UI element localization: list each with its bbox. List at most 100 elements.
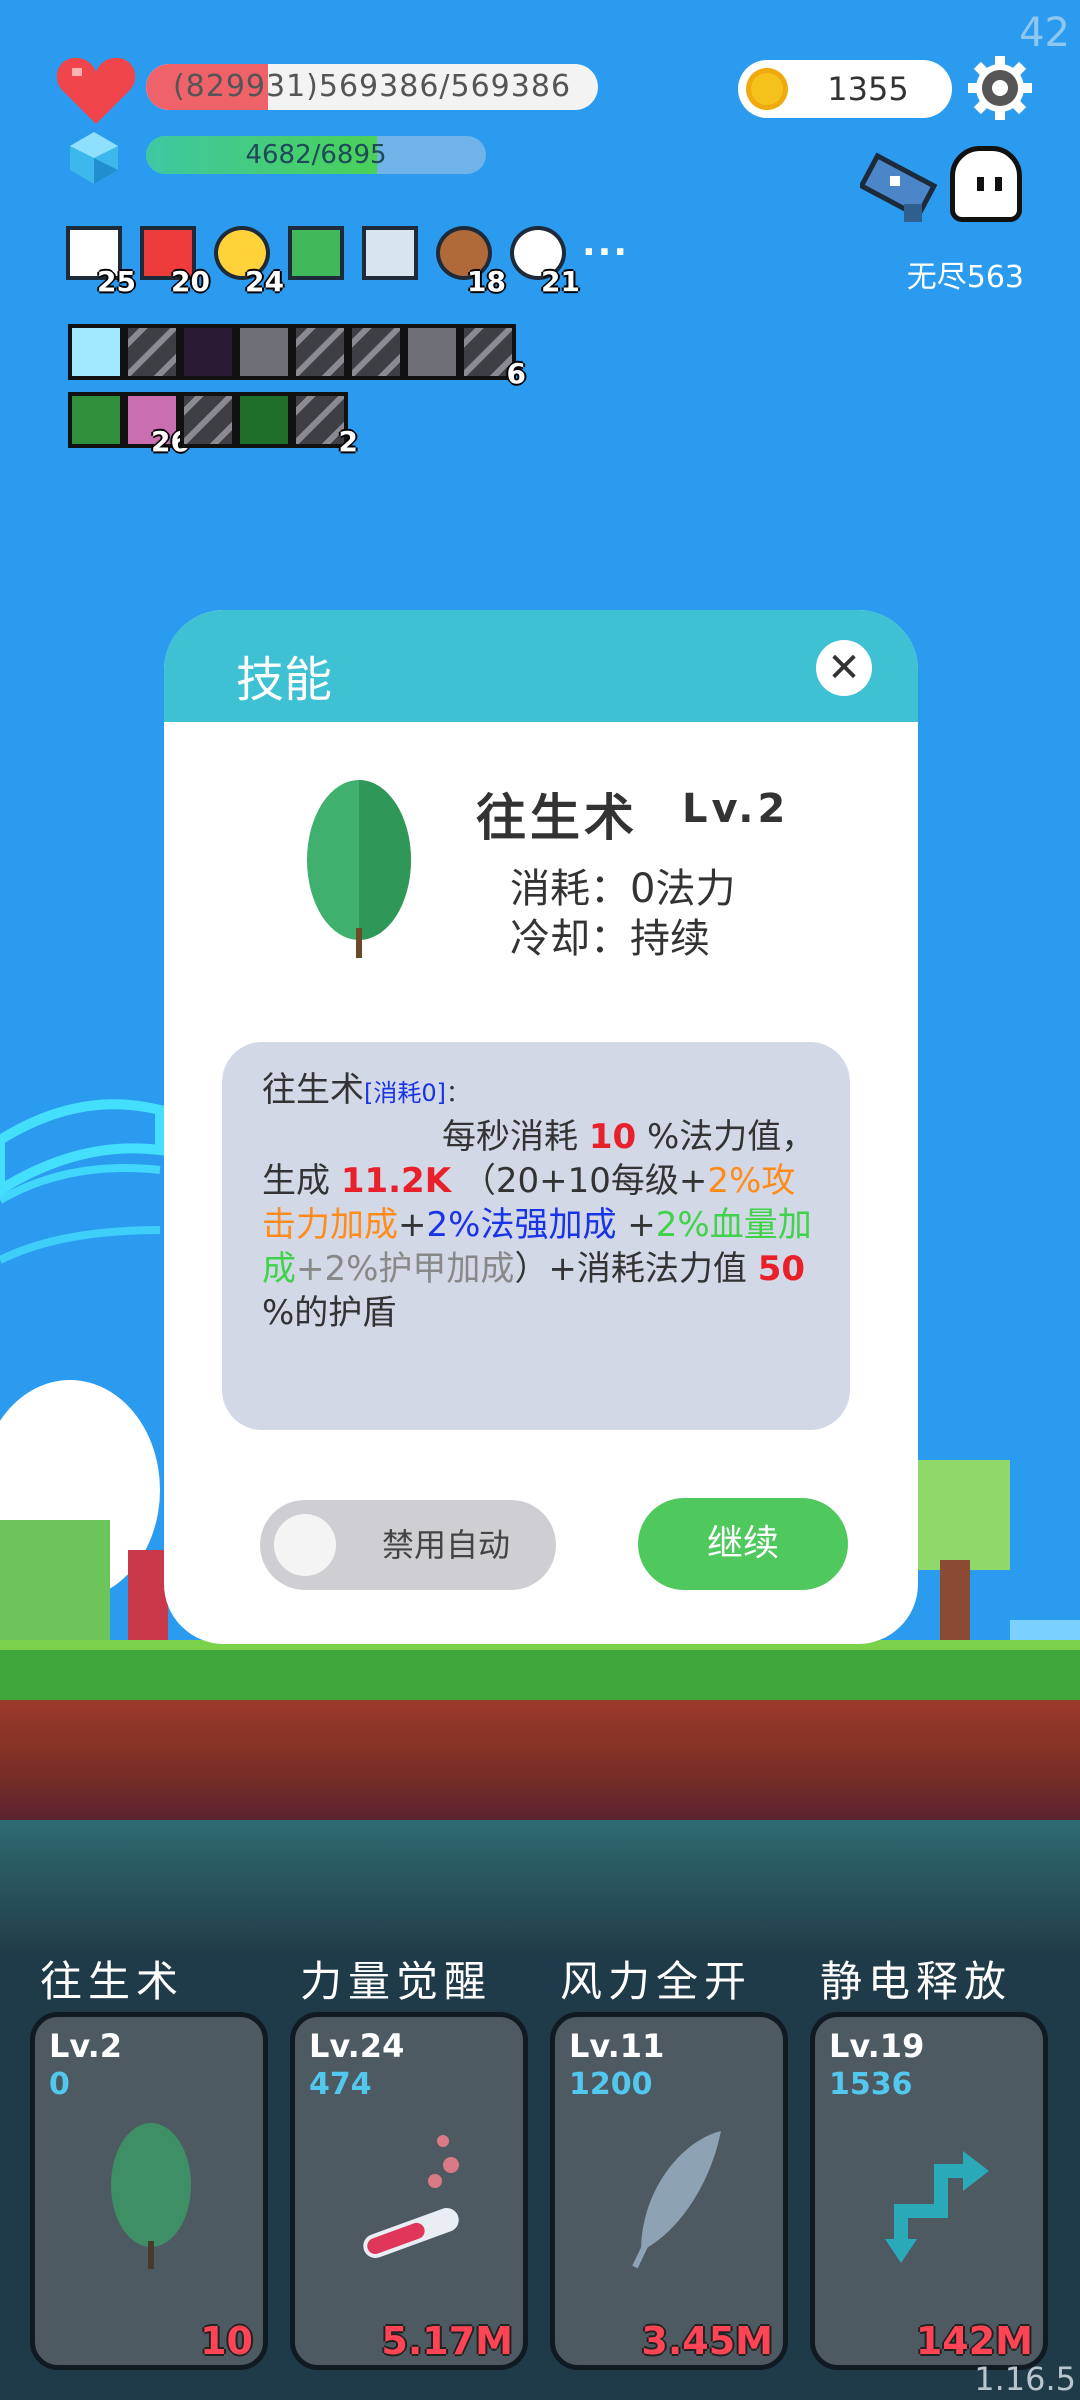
buff-item[interactable] <box>288 226 352 288</box>
desc-text-1: 每秒消耗 <box>442 1117 578 1157</box>
skill-slot-card[interactable]: Lv.24 474 5.17M <box>290 2012 528 2370</box>
skill-dialog: 技能 ✕ 往生术 Lv.2 消耗：0法力 冷却：持续 往生术[消耗0]： 每秒消… <box>164 610 918 1644</box>
skill-slot-mana: 1200 <box>569 2067 653 2102</box>
gear-slot-icon[interactable]: 2 <box>292 392 358 458</box>
desc-text-3: （20+10每级 <box>461 1161 679 1201</box>
dirt-layer <box>0 1700 1080 1820</box>
dialog-title: 技能 <box>236 652 333 708</box>
green-book-icon <box>288 226 344 280</box>
continue-button[interactable]: 继续 <box>638 1498 848 1590</box>
desc-text-5: %的护盾 <box>262 1293 397 1333</box>
coin-amount: 1355 <box>827 70 909 108</box>
skill-slot-card[interactable]: Lv.19 1536 142M <box>810 2012 1048 2370</box>
skill-description: 往生术[消耗0]： 每秒消耗 10 %法力值，生成 11.2K （20+10每级… <box>262 1068 818 1335</box>
slot-count: 6 <box>506 357 526 390</box>
gear-slot-icon[interactable] <box>180 392 236 448</box>
dark-slot-icon[interactable] <box>180 324 236 380</box>
buff-item[interactable]: 25 <box>66 226 136 298</box>
desc-value-2: 11.2K <box>340 1161 452 1201</box>
buff-count: 20 <box>171 265 210 298</box>
zigzag-arrow-icon <box>871 2121 991 2271</box>
gear-slot-icon[interactable] <box>124 324 180 380</box>
mana-bar: 4682/6895 <box>146 136 486 174</box>
disable-auto-toggle[interactable]: 禁用自动 <box>260 1500 556 1590</box>
version-label: 1.16.5 <box>974 2360 1076 2398</box>
hp-bar: (829931)569386/569386 <box>146 64 598 110</box>
desc-plus-2: + <box>398 1205 427 1245</box>
fps-counter: 42 <box>1019 10 1070 56</box>
desc-text-4: ）+消耗法力值 <box>514 1249 747 1289</box>
skill-description-box: 往生术[消耗0]： 每秒消耗 10 %法力值，生成 11.2K （20+10每级… <box>222 1042 850 1430</box>
desc-armor-bonus: +2%护甲加成 <box>296 1249 515 1289</box>
skill-slot-mana: 474 <box>309 2067 372 2102</box>
mana-gem-icon <box>70 132 118 184</box>
coin-counter: 1355 <box>738 60 952 118</box>
armor-slot-icon[interactable] <box>236 324 292 380</box>
desc-colon: ： <box>446 1079 470 1107</box>
skill-slot-upgrade-cost: 5.17M <box>381 2319 513 2363</box>
armor-slot-icon[interactable] <box>404 324 460 380</box>
skill-slot-name: 静电释放 <box>820 1957 1013 2006</box>
lightbulb-slot-icon[interactable] <box>68 324 124 380</box>
desc-magic-bonus: 2%法强加成 <box>426 1205 617 1245</box>
skill-slot-mana: 1536 <box>829 2067 913 2102</box>
water-layer <box>0 1820 1080 1950</box>
desc-plus-3: + <box>627 1205 656 1245</box>
buff-item[interactable]: 21 <box>510 226 580 298</box>
desc-plus-1: + <box>678 1161 708 1201</box>
buff-count: 18 <box>467 265 506 298</box>
fish-flag-icon[interactable] <box>860 146 944 226</box>
buff-count: 24 <box>245 265 284 298</box>
desc-cost-tag: [消耗0] <box>364 1079 446 1107</box>
buff-count: 21 <box>541 265 580 298</box>
slot-count: 2 <box>338 425 358 458</box>
desc-value-3: 50 <box>757 1249 806 1289</box>
skill-slot-level: Lv.24 <box>309 2027 405 2065</box>
skill-slot-card[interactable]: Lv.2 0 10 <box>30 2012 268 2370</box>
coin-icon <box>746 68 788 110</box>
green-slot-icon[interactable] <box>236 392 292 448</box>
skill-slot-mana: 0 <box>49 2067 70 2102</box>
buff-count: 25 <box>97 265 136 298</box>
mana-text: 4682/6895 <box>245 140 387 170</box>
clover-slot-icon[interactable] <box>68 392 124 448</box>
skill-name: 往生术 <box>476 789 638 847</box>
toggle-knob <box>274 1514 336 1576</box>
skill-slot-name: 往生术 <box>40 1957 185 2006</box>
desc-skill-name: 往生术 <box>262 1070 364 1110</box>
leaf-icon <box>307 780 411 958</box>
ghost-icon[interactable] <box>950 146 1022 222</box>
skill-slot-level: Lv.11 <box>569 2027 665 2065</box>
disable-auto-label: 禁用自动 <box>381 1526 510 1564</box>
skill-slot-upgrade-cost: 10 <box>200 2319 253 2363</box>
buff-item[interactable] <box>362 226 426 288</box>
skill-slot-level: Lv.19 <box>829 2027 925 2065</box>
buff-item[interactable]: 18 <box>436 226 506 298</box>
skill-slot-name: 力量觉醒 <box>300 1957 493 2006</box>
skill-slot-name: 风力全开 <box>560 1957 753 2006</box>
hp-text: (829931)569386/569386 <box>172 69 572 104</box>
feather-icon <box>611 2121 731 2271</box>
dialog-header: 技能 ✕ <box>164 610 918 722</box>
gear-slot-icon[interactable] <box>348 324 404 380</box>
potion-slot-icon[interactable]: 26 <box>124 392 190 458</box>
skill-slot-upgrade-cost: 3.45M <box>641 2319 773 2363</box>
skill-slot-upgrade-cost: 142M <box>915 2319 1033 2363</box>
gear-slot-icon[interactable] <box>292 324 348 380</box>
gear-slot-icon[interactable]: 6 <box>460 324 526 390</box>
skill-level: Lv.2 <box>682 786 790 832</box>
buff-item[interactable]: 20 <box>140 226 210 298</box>
potion-tube-icon <box>351 2121 471 2271</box>
skill-slot-card[interactable]: Lv.11 1200 3.45M <box>550 2012 788 2370</box>
buff-item[interactable]: 24 <box>214 226 284 298</box>
close-icon[interactable]: ✕ <box>816 640 872 696</box>
skill-cooldown: 冷却：持续 <box>510 916 710 962</box>
heart-icon <box>56 57 136 124</box>
skill-slot-level: Lv.2 <box>49 2027 123 2065</box>
leaf-icon <box>91 2121 211 2271</box>
gear-icon[interactable] <box>968 56 1032 120</box>
sword-icon <box>362 226 418 280</box>
desc-value-1: 10 <box>588 1117 637 1157</box>
endless-mode-label: 无尽563 <box>906 260 1024 295</box>
more-buffs-button[interactable]: ··· <box>582 232 629 273</box>
